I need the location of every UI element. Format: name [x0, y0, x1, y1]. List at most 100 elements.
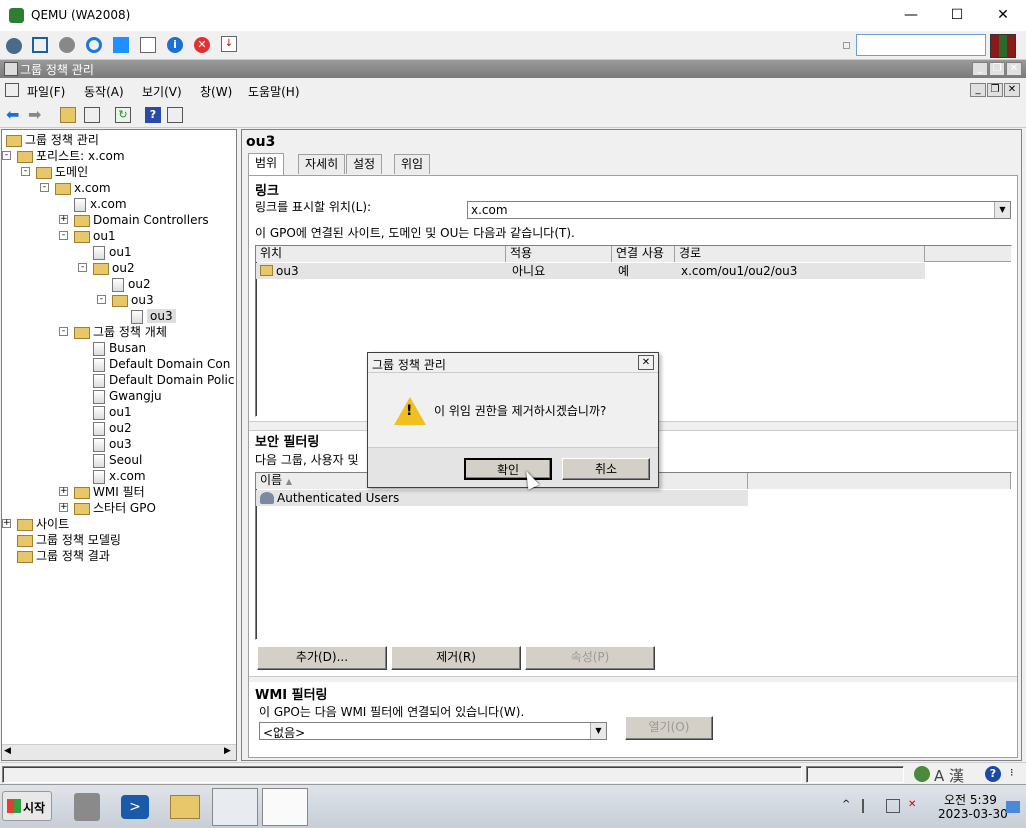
download-icon[interactable]: ↓: [221, 36, 237, 52]
tree-item[interactable]: Busan: [93, 340, 146, 356]
cancel-button[interactable]: 취소: [562, 458, 650, 480]
expand-icon[interactable]: +: [59, 503, 68, 512]
tree-item[interactable]: - ou2: [78, 260, 135, 276]
tree-item[interactable]: - 그룹 정책 개체: [59, 324, 167, 340]
minimize-button[interactable]: —: [888, 0, 934, 30]
tree-item[interactable]: Default Domain Con: [93, 356, 230, 372]
menu-window[interactable]: 창(W): [200, 83, 232, 100]
fullscreen-icon[interactable]: [32, 37, 48, 53]
ime-indicator[interactable]: A 漢: [934, 765, 964, 786]
tree-item[interactable]: 그룹 정책 모델링: [17, 532, 121, 548]
info-icon[interactable]: i: [167, 37, 183, 53]
tab-scope[interactable]: 범위: [248, 153, 285, 175]
tree-item[interactable]: 그룹 정책 결과: [17, 548, 110, 564]
close-window-button[interactable]: ✕: [980, 0, 1026, 30]
tree-item[interactable]: - ou3: [97, 292, 154, 308]
color-swatch-icon[interactable]: [990, 34, 1016, 58]
powershell-icon[interactable]: >: [121, 795, 149, 819]
volume-muted-icon[interactable]: ✕: [908, 799, 922, 813]
language-icon[interactable]: [914, 766, 930, 782]
scroll-right-arrow-icon[interactable]: ▶: [224, 746, 231, 756]
add-button[interactable]: 추가(D)...: [257, 646, 387, 670]
child-close-button[interactable]: ✕: [1004, 83, 1020, 97]
network-icon[interactable]: [6, 38, 22, 54]
help-icon[interactable]: ?: [145, 107, 161, 123]
menu-file[interactable]: 파일(F): [27, 83, 65, 100]
mmc-restore-button[interactable]: ❐: [989, 62, 1005, 76]
wmi-dropdown[interactable]: <없음> ▼: [259, 722, 607, 740]
collapse-icon[interactable]: -: [59, 327, 68, 336]
up-folder-icon[interactable]: [60, 107, 76, 123]
tree-item[interactable]: ou2: [112, 276, 151, 292]
help-icon[interactable]: ?: [985, 766, 1001, 782]
forward-arrow-icon[interactable]: ➡: [28, 107, 41, 123]
collapse-icon[interactable]: -: [78, 263, 87, 272]
tree-item[interactable]: x.com: [93, 468, 146, 484]
child-minimize-button[interactable]: _: [970, 83, 986, 97]
chevron-down-icon[interactable]: ▼: [994, 202, 1010, 218]
tree-item[interactable]: - x.com: [40, 180, 111, 196]
tree-item[interactable]: ou1: [93, 244, 132, 260]
gpmc-taskbar-icon[interactable]: [262, 788, 308, 826]
mmc-minimize-button[interactable]: _: [972, 62, 988, 76]
show-hidden-icons[interactable]: ^: [842, 799, 850, 810]
tree-item[interactable]: + Domain Controllers: [59, 212, 209, 228]
remove-button[interactable]: 제거(R): [391, 646, 521, 670]
ok-button[interactable]: 확인: [464, 458, 552, 480]
tab-settings[interactable]: 설정: [346, 154, 383, 174]
windows-icon[interactable]: [113, 37, 129, 53]
table-row[interactable]: ou3 아니요 예 x.com/ou1/ou2/ou3: [256, 263, 925, 279]
stop-icon[interactable]: ✕: [194, 37, 210, 53]
tree-hscrollbar[interactable]: ◀ ▶: [2, 744, 236, 760]
links-column-header[interactable]: 경로: [675, 246, 925, 262]
server-manager-icon[interactable]: [74, 793, 100, 821]
tree-item[interactable]: ou3: [93, 436, 132, 452]
image-icon[interactable]: [140, 37, 156, 53]
tree-item[interactable]: ou3: [131, 308, 176, 324]
dialog-close-button[interactable]: ✕: [638, 355, 654, 370]
maximize-button[interactable]: ☐: [934, 0, 980, 30]
show-hide-tree-icon[interactable]: [84, 107, 100, 123]
tree-item[interactable]: - 도메인: [21, 164, 88, 180]
tree-item[interactable]: Default Domain Polic: [93, 372, 234, 388]
child-restore-button[interactable]: ❐: [987, 83, 1003, 97]
tree-item[interactable]: + WMI 필터: [59, 484, 145, 500]
start-button[interactable]: 시작: [2, 791, 52, 821]
qemu-search-input[interactable]: [856, 34, 986, 56]
network-tray-icon[interactable]: [886, 799, 900, 813]
properties-button[interactable]: 속성(P): [525, 646, 655, 670]
links-location-dropdown[interactable]: x.com ▼: [467, 201, 1011, 219]
wmi-open-button[interactable]: 열기(O): [625, 716, 713, 740]
taskbar-app-icon[interactable]: [212, 788, 258, 826]
tree-item[interactable]: ou2: [93, 420, 132, 436]
tree-item[interactable]: - 포리스트: x.com: [2, 148, 125, 164]
collapse-icon[interactable]: -: [59, 231, 68, 240]
tree-item[interactable]: + 스타터 GPO: [59, 500, 156, 516]
expand-icon[interactable]: +: [2, 519, 11, 528]
mmc-close-button[interactable]: ✕: [1006, 62, 1022, 76]
menu-help[interactable]: 도움말(H): [248, 83, 300, 100]
links-column-header[interactable]: 적용: [506, 246, 612, 262]
links-column-header[interactable]: 연결 사용: [612, 246, 675, 262]
gear-icon[interactable]: [59, 37, 75, 53]
tree-item[interactable]: + 사이트: [2, 516, 69, 532]
properties-view-icon[interactable]: [167, 107, 183, 123]
links-column-header[interactable]: 위치: [256, 246, 506, 262]
flag-icon[interactable]: [862, 799, 876, 813]
refresh-icon[interactable]: [86, 37, 102, 53]
menu-view[interactable]: 보기(V): [142, 83, 182, 100]
tab-delegation[interactable]: 위임: [394, 154, 431, 174]
collapse-icon[interactable]: -: [97, 295, 106, 304]
collapse-icon[interactable]: -: [21, 167, 30, 176]
clock-time[interactable]: 오전 5:39: [944, 791, 997, 808]
scroll-left-arrow-icon[interactable]: ◀: [4, 746, 11, 756]
tree-item[interactable]: Seoul: [93, 452, 142, 468]
menu-action[interactable]: 동작(A): [84, 83, 124, 100]
clock-date[interactable]: 2023-03-30: [938, 807, 1008, 821]
collapse-icon[interactable]: -: [2, 151, 11, 160]
back-arrow-icon[interactable]: ⬅: [6, 107, 19, 123]
refresh-view-icon[interactable]: ↻: [115, 107, 131, 123]
expand-icon[interactable]: +: [59, 215, 68, 224]
expand-icon[interactable]: +: [59, 487, 68, 496]
collapse-icon[interactable]: -: [40, 183, 49, 192]
